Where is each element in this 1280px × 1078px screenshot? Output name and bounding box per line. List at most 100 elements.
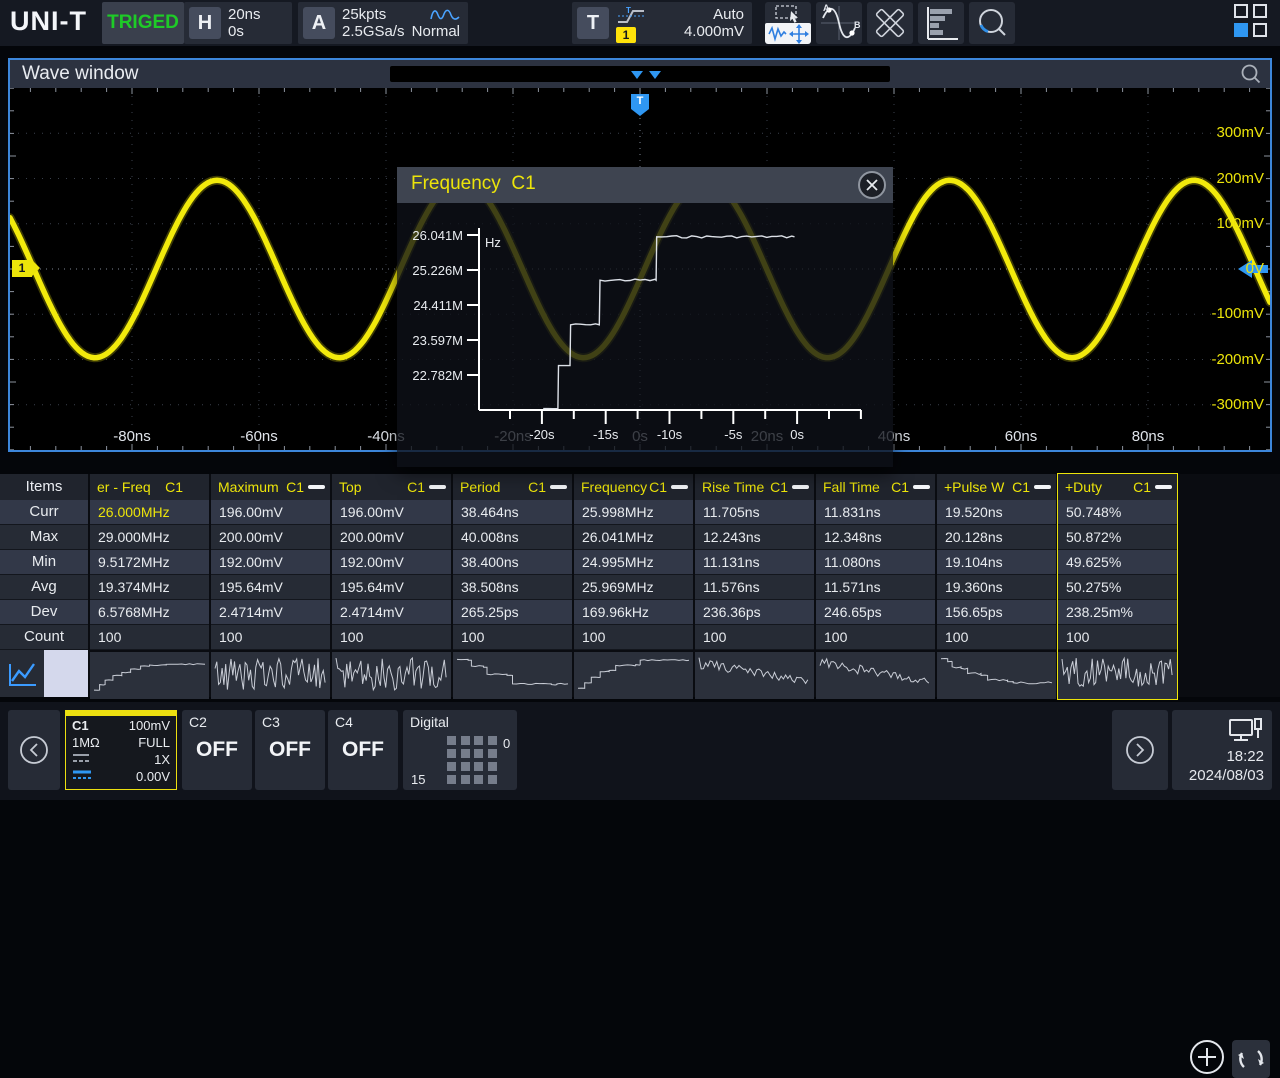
measure-channel: C1	[891, 474, 909, 500]
measure-column-header[interactable]: PeriodC1	[453, 474, 572, 500]
scroll-left-button[interactable]	[8, 710, 60, 790]
column-minimize-button[interactable]	[913, 485, 930, 489]
sparkline-cell[interactable]	[695, 652, 814, 699]
column-minimize-button[interactable]	[671, 485, 688, 489]
select-drag-mode-button[interactable]	[765, 2, 811, 44]
row-label: Count	[0, 625, 88, 650]
reset-statistics-button[interactable]	[1232, 1040, 1270, 1078]
sparkline-cell[interactable]	[211, 652, 330, 699]
stat-value-cell: 12.348ns	[816, 525, 935, 550]
row-label: Max	[0, 525, 88, 550]
scroll-right-button[interactable]	[1112, 710, 1168, 790]
channel-c3-card[interactable]: C3OFF	[255, 710, 325, 790]
channel-c2-card[interactable]: C2OFF	[182, 710, 252, 790]
acquire-settings-block[interactable]: A 25kpts 2.5GSa/s Normal	[298, 2, 468, 44]
horizontal-label: H	[189, 7, 221, 39]
svg-text:T: T	[626, 6, 631, 15]
channel1-level-marker[interactable]: 1	[12, 260, 32, 277]
stat-value-cell: 20.128ns	[937, 525, 1056, 550]
measure-column-header[interactable]: +DutyC1	[1058, 474, 1177, 500]
statistics-sparkline	[697, 652, 812, 695]
sparkline-cell[interactable]	[332, 652, 451, 699]
trigger-position-marker[interactable]: T	[631, 94, 649, 109]
measure-tools-button[interactable]	[867, 2, 913, 44]
measure-column-header[interactable]: Rise TimeC1	[695, 474, 814, 500]
channel1-card[interactable]: C1 100mV 1MΩ FULL 1X 0.00V	[65, 710, 177, 790]
waveform-position-bar[interactable]	[390, 66, 890, 82]
stat-value-cell: 192.00mV	[211, 550, 330, 575]
column-minimize-button[interactable]	[308, 485, 325, 489]
popup-close-button[interactable]	[858, 171, 886, 199]
popup-titlebar[interactable]: Frequency C1	[397, 167, 893, 203]
acquire-mode-value: Normal	[412, 23, 460, 40]
column-minimize-button[interactable]	[429, 485, 446, 489]
measure-column-header[interactable]: TopC1	[332, 474, 451, 500]
wave-zoom-button[interactable]	[1240, 63, 1262, 85]
column-minimize-button[interactable]	[792, 485, 809, 489]
measure-column: +Pulse WC119.520ns20.128ns19.104ns19.360…	[937, 474, 1056, 699]
digital-bit-icon	[461, 749, 470, 758]
statistics-sparkline	[1060, 652, 1175, 695]
measure-column-header[interactable]: +Pulse WC1	[937, 474, 1056, 500]
measure-column-header[interactable]: Fall TimeC1	[816, 474, 935, 500]
ab-cursor-curve-button[interactable]: A B	[816, 2, 862, 44]
layout-pane-icon	[1234, 4, 1248, 18]
measure-column: er - FreqC126.000MHz29.000MHz9.5172MHz19…	[90, 474, 209, 699]
sparkline-cell[interactable]	[1058, 652, 1177, 699]
sparkline-cell[interactable]	[90, 652, 209, 699]
column-minimize-button[interactable]	[550, 485, 567, 489]
sparkline-cell[interactable]	[937, 652, 1056, 699]
popup-title: Frequency C1	[411, 173, 536, 195]
stat-value-cell: 19.374MHz	[90, 575, 209, 600]
add-measurement-button[interactable]	[1189, 1039, 1225, 1075]
digital-bit-icon	[474, 736, 483, 745]
digital-last-channel: 15	[411, 772, 425, 787]
channel1-scale: 100mV	[129, 718, 170, 733]
sparkline-cell[interactable]	[816, 652, 935, 699]
search-button[interactable]	[969, 2, 1015, 44]
trigger-edge-icon: T	[616, 5, 646, 26]
channel-state: OFF	[328, 738, 398, 762]
stat-value-cell: 38.400ns	[453, 550, 572, 575]
digital-bit-icon	[474, 749, 483, 758]
stat-value-cell: 25.969MHz	[574, 575, 693, 600]
volt-axis-label: 0V	[1194, 260, 1264, 278]
trend-view-toggle[interactable]	[0, 650, 44, 697]
measure-channel: C1	[770, 474, 788, 500]
digital-bit-icon	[447, 749, 456, 758]
statistics-sparkline	[818, 652, 933, 695]
digital-channels-card[interactable]: Digital 0 15	[403, 710, 517, 790]
measure-name: Frequency	[581, 474, 647, 500]
column-minimize-button[interactable]	[1155, 485, 1172, 489]
chevron-right-icon	[1124, 734, 1156, 766]
trigger-sweep-value: Auto	[713, 6, 744, 23]
stat-value-cell: 169.96kHz	[574, 600, 693, 625]
system-clock-panel[interactable]: 18:22 2024/08/03	[1172, 710, 1272, 790]
digital-bit-icon	[488, 775, 497, 784]
time-axis-label: 80ns	[1103, 428, 1193, 445]
measure-column-header[interactable]: er - FreqC1	[90, 474, 209, 500]
statistics-sparkline	[455, 652, 570, 695]
histogram-button[interactable]	[918, 2, 964, 44]
sparkline-cell[interactable]	[453, 652, 572, 699]
statistics-sparkline	[213, 652, 328, 695]
row-label: Avg	[0, 575, 88, 600]
column-minimize-button[interactable]	[1034, 485, 1051, 489]
measure-column-header[interactable]: MaximumC1	[211, 474, 330, 500]
timebase-value: 20ns	[228, 6, 261, 23]
window-layout-button[interactable]	[1234, 4, 1272, 42]
trigger-settings-block[interactable]: T T 1 Auto 4.000mV	[572, 2, 752, 44]
trend-chart-icon	[0, 650, 44, 697]
stat-value-cell: 192.00mV	[332, 550, 451, 575]
sparkline-cell[interactable]	[574, 652, 693, 699]
stat-value-cell: 2.4714mV	[211, 600, 330, 625]
stat-value-cell: 19.520ns	[937, 500, 1056, 525]
measure-column-header[interactable]: FrequencyC1	[574, 474, 693, 500]
horizontal-settings-block[interactable]: H 20ns 0s	[184, 2, 292, 44]
svg-text:A: A	[823, 3, 830, 13]
volt-axis-label: -200mV	[1194, 351, 1264, 369]
channel-c4-card[interactable]: C4OFF	[328, 710, 398, 790]
trend-view-blank-toggle[interactable]	[44, 650, 88, 697]
brand-logo: UNI-T	[10, 6, 87, 37]
acquire-label: A	[303, 7, 335, 39]
